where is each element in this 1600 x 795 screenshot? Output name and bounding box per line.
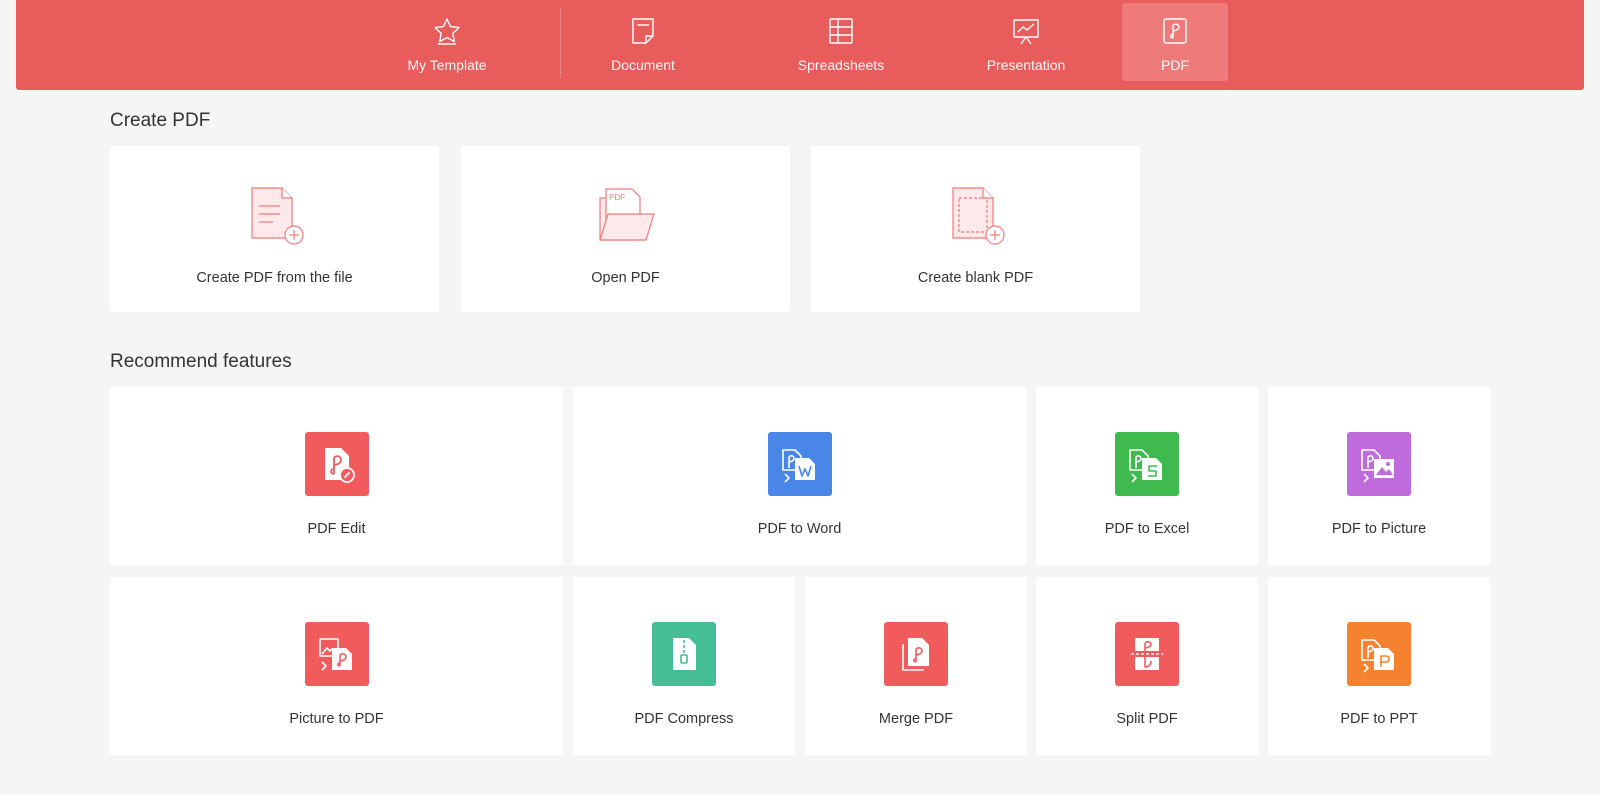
pdf-to-picture-icon	[1347, 432, 1411, 496]
star-icon	[432, 15, 462, 47]
pdf-compress-card[interactable]: PDF Compress	[573, 577, 795, 755]
top-tab-bar: My Template Document Spreadsheets Presen…	[16, 0, 1584, 90]
create-pdf-from-file-card[interactable]: Create PDF from the file	[110, 146, 439, 312]
open-folder-icon: PDF	[594, 186, 658, 248]
pdf-edit-icon	[304, 432, 369, 496]
pdf-to-ppt-card[interactable]: PDF to PPT	[1268, 577, 1490, 755]
tab-label: PDF	[1161, 57, 1189, 73]
tab-presentation[interactable]: Presentation	[963, 3, 1089, 81]
merge-pdf-icon	[884, 622, 948, 686]
tab-document[interactable]: Document	[588, 3, 698, 81]
tab-my-template[interactable]: My Template	[388, 3, 506, 81]
open-pdf-card[interactable]: PDF Open PDF	[461, 146, 790, 312]
feature-label: PDF Compress	[634, 711, 734, 727]
merge-pdf-card[interactable]: Merge PDF	[805, 577, 1027, 755]
pdf-to-picture-card[interactable]: PDF to Picture	[1268, 387, 1490, 565]
feature-label: Split PDF	[1116, 711, 1178, 727]
feature-label: PDF Edit	[307, 521, 366, 537]
feature-label: PDF to Picture	[1331, 521, 1427, 537]
presentation-icon	[1011, 15, 1041, 47]
tab-label: Presentation	[986, 57, 1066, 73]
file-add-icon	[243, 186, 307, 248]
feature-label: PDF to Word	[757, 521, 842, 537]
document-icon	[629, 15, 657, 47]
feature-label: PDF to PPT	[1340, 711, 1418, 727]
blank-file-add-icon	[944, 186, 1008, 248]
feature-label: Picture to PDF	[289, 711, 384, 727]
tab-pdf[interactable]: PDF	[1122, 3, 1228, 81]
svg-text:PDF: PDF	[609, 193, 625, 202]
recommend-features-heading: Recommend features	[110, 351, 292, 372]
tab-divider	[560, 8, 561, 78]
tab-spreadsheets[interactable]: Spreadsheets	[776, 3, 906, 81]
app-window: My Template Document Spreadsheets Presen…	[0, 0, 1600, 795]
pdf-to-ppt-icon	[1347, 622, 1411, 686]
feature-label: PDF to Excel	[1104, 521, 1190, 537]
split-pdf-card[interactable]: Split PDF	[1036, 577, 1258, 755]
card-label: Open PDF	[591, 270, 660, 286]
tab-label: My Template	[407, 57, 487, 73]
tab-label: Spreadsheets	[797, 57, 885, 73]
pdf-to-excel-icon	[1115, 432, 1179, 496]
create-pdf-heading: Create PDF	[110, 110, 211, 131]
spreadsheet-icon	[827, 15, 855, 47]
picture-to-pdf-icon	[304, 622, 369, 686]
pdf-compress-icon	[652, 622, 716, 686]
picture-to-pdf-card[interactable]: Picture to PDF	[110, 577, 563, 755]
card-label: Create PDF from the file	[196, 270, 353, 286]
feature-label: Merge PDF	[878, 711, 954, 727]
pdf-icon	[1161, 15, 1189, 47]
pdf-to-word-card[interactable]: PDF to Word	[573, 387, 1026, 565]
card-label: Create blank PDF	[917, 270, 1034, 286]
create-blank-pdf-card[interactable]: Create blank PDF	[811, 146, 1140, 312]
split-pdf-icon	[1115, 622, 1179, 686]
pdf-edit-card[interactable]: PDF Edit	[110, 387, 563, 565]
tab-label: Document	[611, 57, 675, 73]
pdf-to-excel-card[interactable]: PDF to Excel	[1036, 387, 1258, 565]
pdf-to-word-icon	[767, 432, 832, 496]
